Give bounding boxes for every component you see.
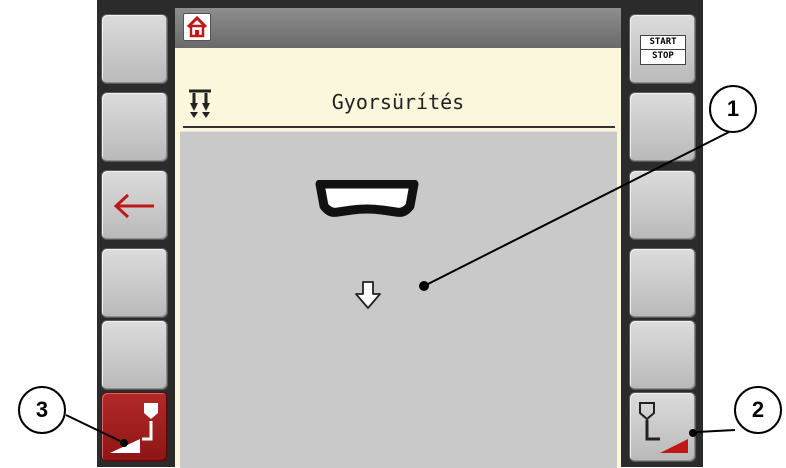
callout-2: 2 — [734, 386, 782, 434]
callout-3: 3 — [18, 386, 66, 434]
callout-leaders — [65, 129, 736, 447]
callout-1: 1 — [709, 85, 757, 133]
